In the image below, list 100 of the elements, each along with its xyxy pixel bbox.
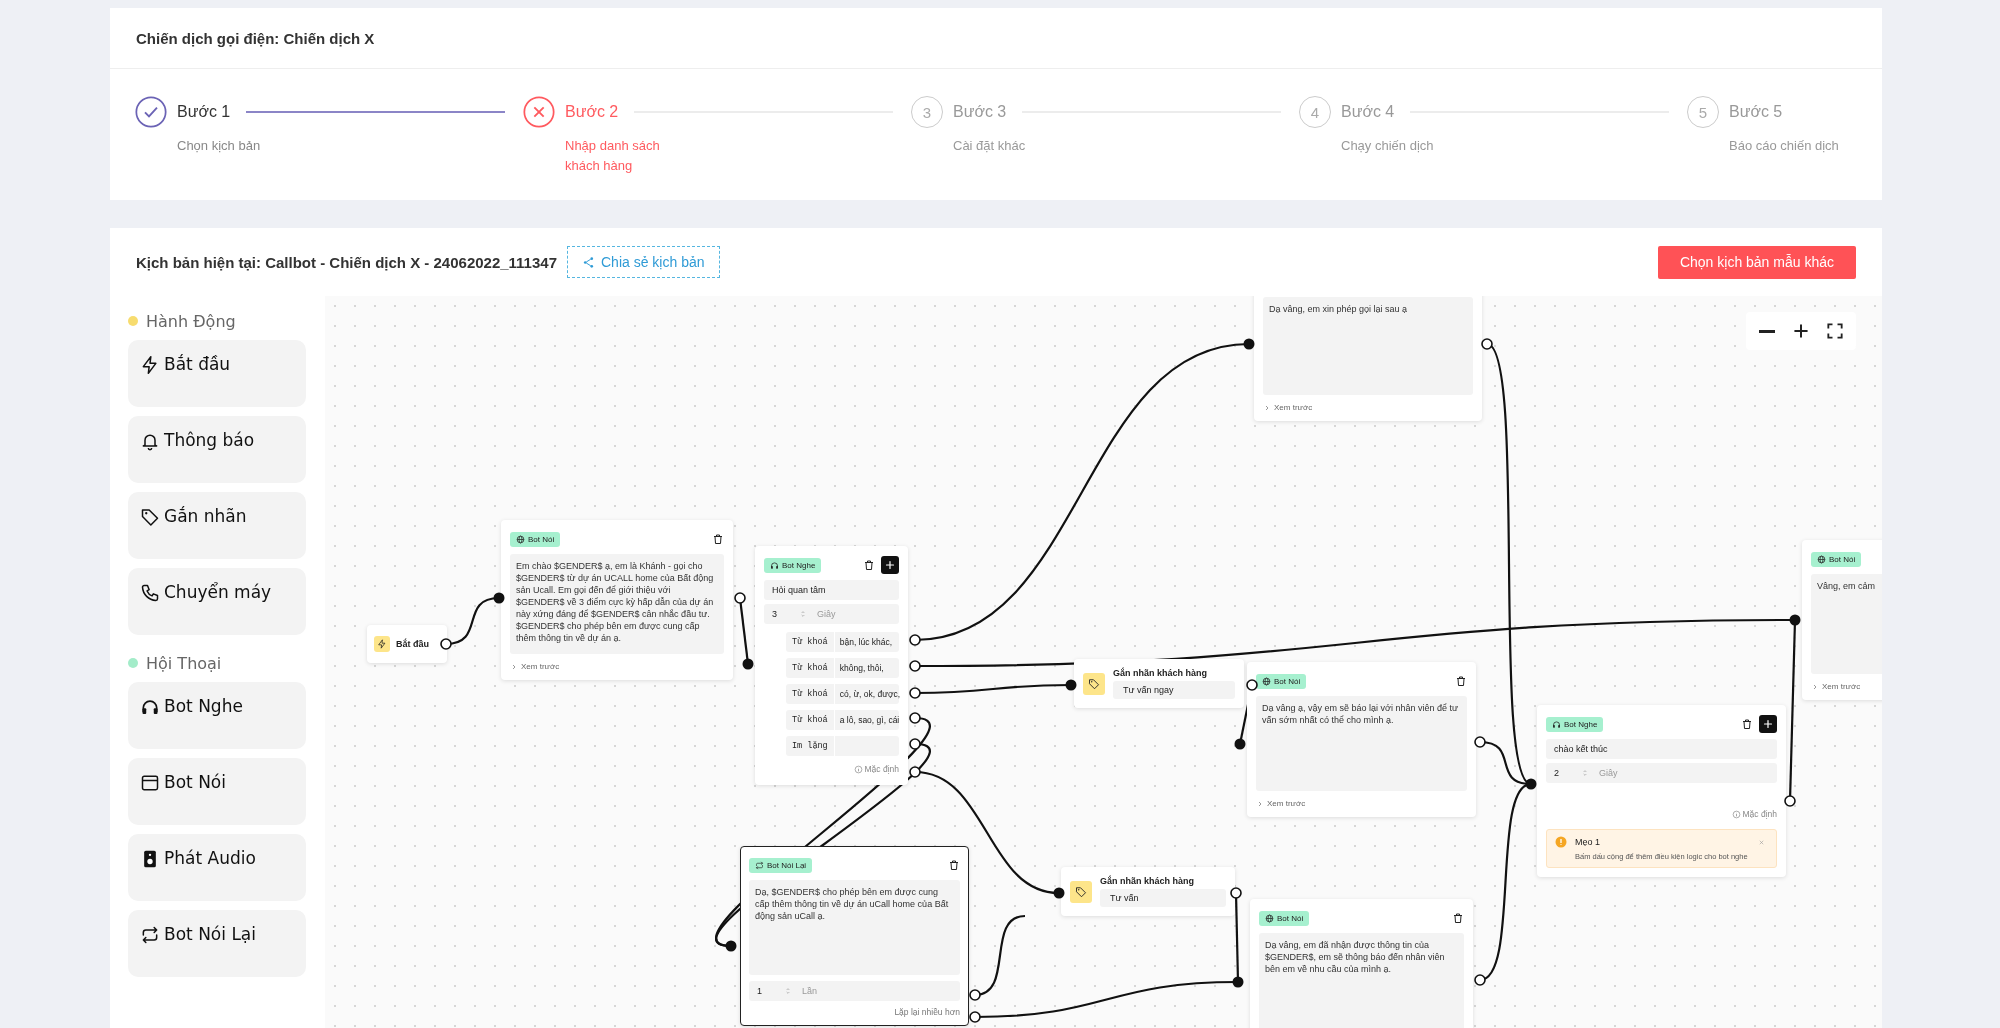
message-textarea[interactable]: Em chào $GENDER$ ạ, em là Khánh - gọi cho $GENDER$ từ dự án UCALL home của Bất động sản Ucall. Em gọi đến để giới thiệu với $GENDER$ về 3 điểm cực kỳ hấp dẫn của dự án này xứng đáng để $GENDER$ cân nhắc đầu tư. $GENDER$ cho phép bên em được cung cấp thêm thông tin về dự án ạ. [510, 554, 724, 654]
delete-icon[interactable] [1452, 912, 1464, 924]
input-port[interactable] [493, 592, 505, 604]
output-port[interactable] [909, 738, 921, 750]
speak-node[interactable]: Bot Nói Vâng, em cảm Xem trước [1802, 540, 1882, 700]
output-port[interactable] [909, 634, 921, 646]
chevron-icon [510, 662, 518, 671]
message-textarea[interactable]: Dạ, $GENDER$ cho phép bên em được cung cấp thêm thông tin về dự án uCall home của Bất động sản uCall ạ. [749, 880, 960, 975]
palette-item[interactable]: Bot Nói [128, 758, 306, 825]
palette-item[interactable]: Chuyển máy [128, 568, 306, 635]
step-label[interactable]: Bước 1 [177, 103, 231, 121]
output-port[interactable] [909, 660, 921, 672]
input-port[interactable] [1243, 338, 1255, 350]
tag-value-field[interactable]: Tư vấn ngay [1113, 681, 1235, 699]
badge-label: Bot Nói [1277, 913, 1304, 923]
branch-label: Từ khoá [786, 658, 835, 678]
input-port[interactable] [742, 658, 754, 670]
preview-toggle[interactable]: Xem trước [510, 662, 560, 671]
branch-label: Từ khoá [786, 632, 835, 652]
branch-row[interactable]: Từ khoá bận, lúc khác, [786, 632, 899, 652]
input-port[interactable] [1234, 738, 1246, 750]
output-port[interactable] [969, 989, 981, 1001]
branch-row[interactable]: Im lặng [786, 736, 899, 756]
output-port[interactable] [440, 638, 452, 650]
add-button[interactable] [881, 556, 899, 574]
input-port[interactable] [1789, 614, 1801, 626]
wait-field[interactable]: 3 Giây [764, 604, 899, 624]
output-port[interactable] [734, 592, 746, 604]
input-port[interactable] [725, 940, 737, 952]
input-port[interactable] [1232, 976, 1244, 988]
wait-unit: Giây [817, 609, 836, 619]
delete-icon[interactable] [712, 533, 724, 545]
listen-node[interactable]: Bot Nghe Hỏi quan tâm 3 Giây Từ khoá bận, lúc khác, Từ khoá không, thôi, Từ khoá có, ừ, ok, được, Từ khoá a lô, sao, gì, cái Im lặng Mặc định [755, 546, 908, 785]
tag-icon [140, 507, 160, 527]
palette-item[interactable]: Bot Nghe [128, 682, 306, 749]
output-port[interactable] [909, 687, 921, 699]
globe-icon [1265, 913, 1274, 923]
intent-field[interactable]: chào kết thúc [1546, 739, 1777, 759]
output-port[interactable] [1474, 974, 1486, 986]
branch-row[interactable]: Từ khoá có, ừ, ok, được, [786, 684, 899, 704]
repeat-node[interactable]: Bot Nói Lại Dạ, $GENDER$ cho phép bên em được cung cấp thêm thông tin về dự án uCall home của Bất động sản uCall ạ. 1 Lần Lặp lại nhiều hơn [740, 846, 969, 1026]
palette-item[interactable]: Gắn nhãn [128, 492, 306, 559]
branch-keywords: có, ừ, ok, được, [838, 689, 902, 699]
start-node[interactable]: Bắt đầu [367, 625, 447, 663]
preview-toggle[interactable]: Xem trước [1263, 403, 1313, 412]
default-label: Mặc định [864, 764, 899, 774]
repeat-count-field[interactable]: 1 Lần [749, 981, 960, 1001]
output-port[interactable] [1230, 887, 1242, 899]
badge-label: Bot Nghe [782, 560, 816, 570]
preview-toggle[interactable]: Xem trước [1811, 682, 1861, 691]
branch-row[interactable]: Từ khoá không, thôi, [786, 658, 899, 678]
output-port[interactable] [909, 766, 921, 778]
info-icon [1731, 809, 1741, 819]
campaign-title: Chiến dịch gọi điện: Chiến dịch X [136, 29, 375, 47]
branch-row[interactable]: Từ khoá a lô, sao, gì, cái [786, 710, 899, 730]
add-button[interactable] [1759, 715, 1777, 733]
speak-node[interactable]: Bot Nói Dạ vâng, em đã nhận được thông tin của $GENDER$, em sẽ thông báo đến nhân viên bên em về nhu cầu của mình ạ. [1250, 899, 1473, 1028]
output-port[interactable] [909, 712, 921, 724]
palette-item[interactable]: Bot Nói Lại [128, 910, 306, 977]
tag-node[interactable]: Gắn nhãn khách hàng Tư vấn [1061, 867, 1235, 916]
palette-item[interactable]: Thông báo [128, 416, 306, 483]
output-port[interactable] [1474, 736, 1486, 748]
delete-icon[interactable] [948, 859, 960, 871]
stepper-icon [784, 987, 792, 995]
wait-field[interactable]: 2 Giây [1546, 763, 1777, 783]
window-icon [140, 773, 160, 793]
repeat-more-link[interactable]: Lặp lại nhiều hơn [749, 1007, 960, 1017]
preview-toggle[interactable]: Xem trước [1256, 799, 1306, 808]
delete-icon[interactable] [1455, 675, 1467, 687]
speak-node[interactable]: Bot Nói Dạ vâng ạ, vậy em sẽ báo lại với nhân viên để tư vấn sớm nhất có thể cho mình ạ. Xem trước [1247, 662, 1476, 817]
group-label: Hội Thoại [146, 653, 222, 673]
output-port[interactable] [1481, 338, 1493, 350]
wait-value: 2 [1554, 768, 1559, 778]
delete-icon[interactable] [1741, 718, 1753, 730]
tag-node[interactable]: Gắn nhãn khách hàng Tư vấn ngay [1074, 659, 1244, 708]
output-port[interactable] [1246, 679, 1258, 691]
input-port[interactable] [1065, 679, 1077, 691]
output-port[interactable] [1784, 795, 1796, 807]
node-title: Gắn nhãn khách hàng [1100, 876, 1195, 886]
input-port[interactable] [1053, 887, 1065, 899]
speak-node[interactable] [501, 520, 733, 680]
branch-keywords: bận, lúc khác, [838, 637, 894, 647]
delete-icon[interactable] [863, 559, 875, 571]
branch-keywords: a lô, sao, gì, cái [838, 715, 901, 725]
message-textarea[interactable]: Dạ vâng, em đã nhận được thông tin của $GENDER$, em sẽ thông báo đến nhân viên bên em về nhu cầu của mình ạ. [1259, 933, 1464, 1028]
palette-item[interactable]: Phát Audio [128, 834, 306, 901]
speak-node[interactable]: Dạ vâng, em xin phép gọi lại sau ạ Xem trước [1254, 296, 1482, 421]
input-port[interactable] [1525, 778, 1537, 790]
message-textarea[interactable]: Dạ vâng, em xin phép gọi lại sau ạ [1263, 297, 1473, 395]
message-textarea[interactable]: Vâng, em cảm [1811, 574, 1882, 674]
tag-value-field[interactable]: Tư vấn [1100, 889, 1226, 907]
palette-item[interactable]: Bắt đầu [128, 340, 306, 407]
plus-icon [1791, 321, 1811, 341]
output-port[interactable] [969, 1011, 981, 1023]
chevron-icon [1263, 403, 1271, 412]
fullscreen-icon [1825, 321, 1845, 341]
globe-icon [516, 534, 525, 544]
message-textarea[interactable]: Dạ vâng ạ, vậy em sẽ báo lại với nhân viên để tư vấn sớm nhất có thể cho mình ạ. [1256, 696, 1467, 791]
intent-field[interactable]: Hỏi quan tâm [764, 580, 899, 600]
lightning-icon [374, 636, 390, 652]
